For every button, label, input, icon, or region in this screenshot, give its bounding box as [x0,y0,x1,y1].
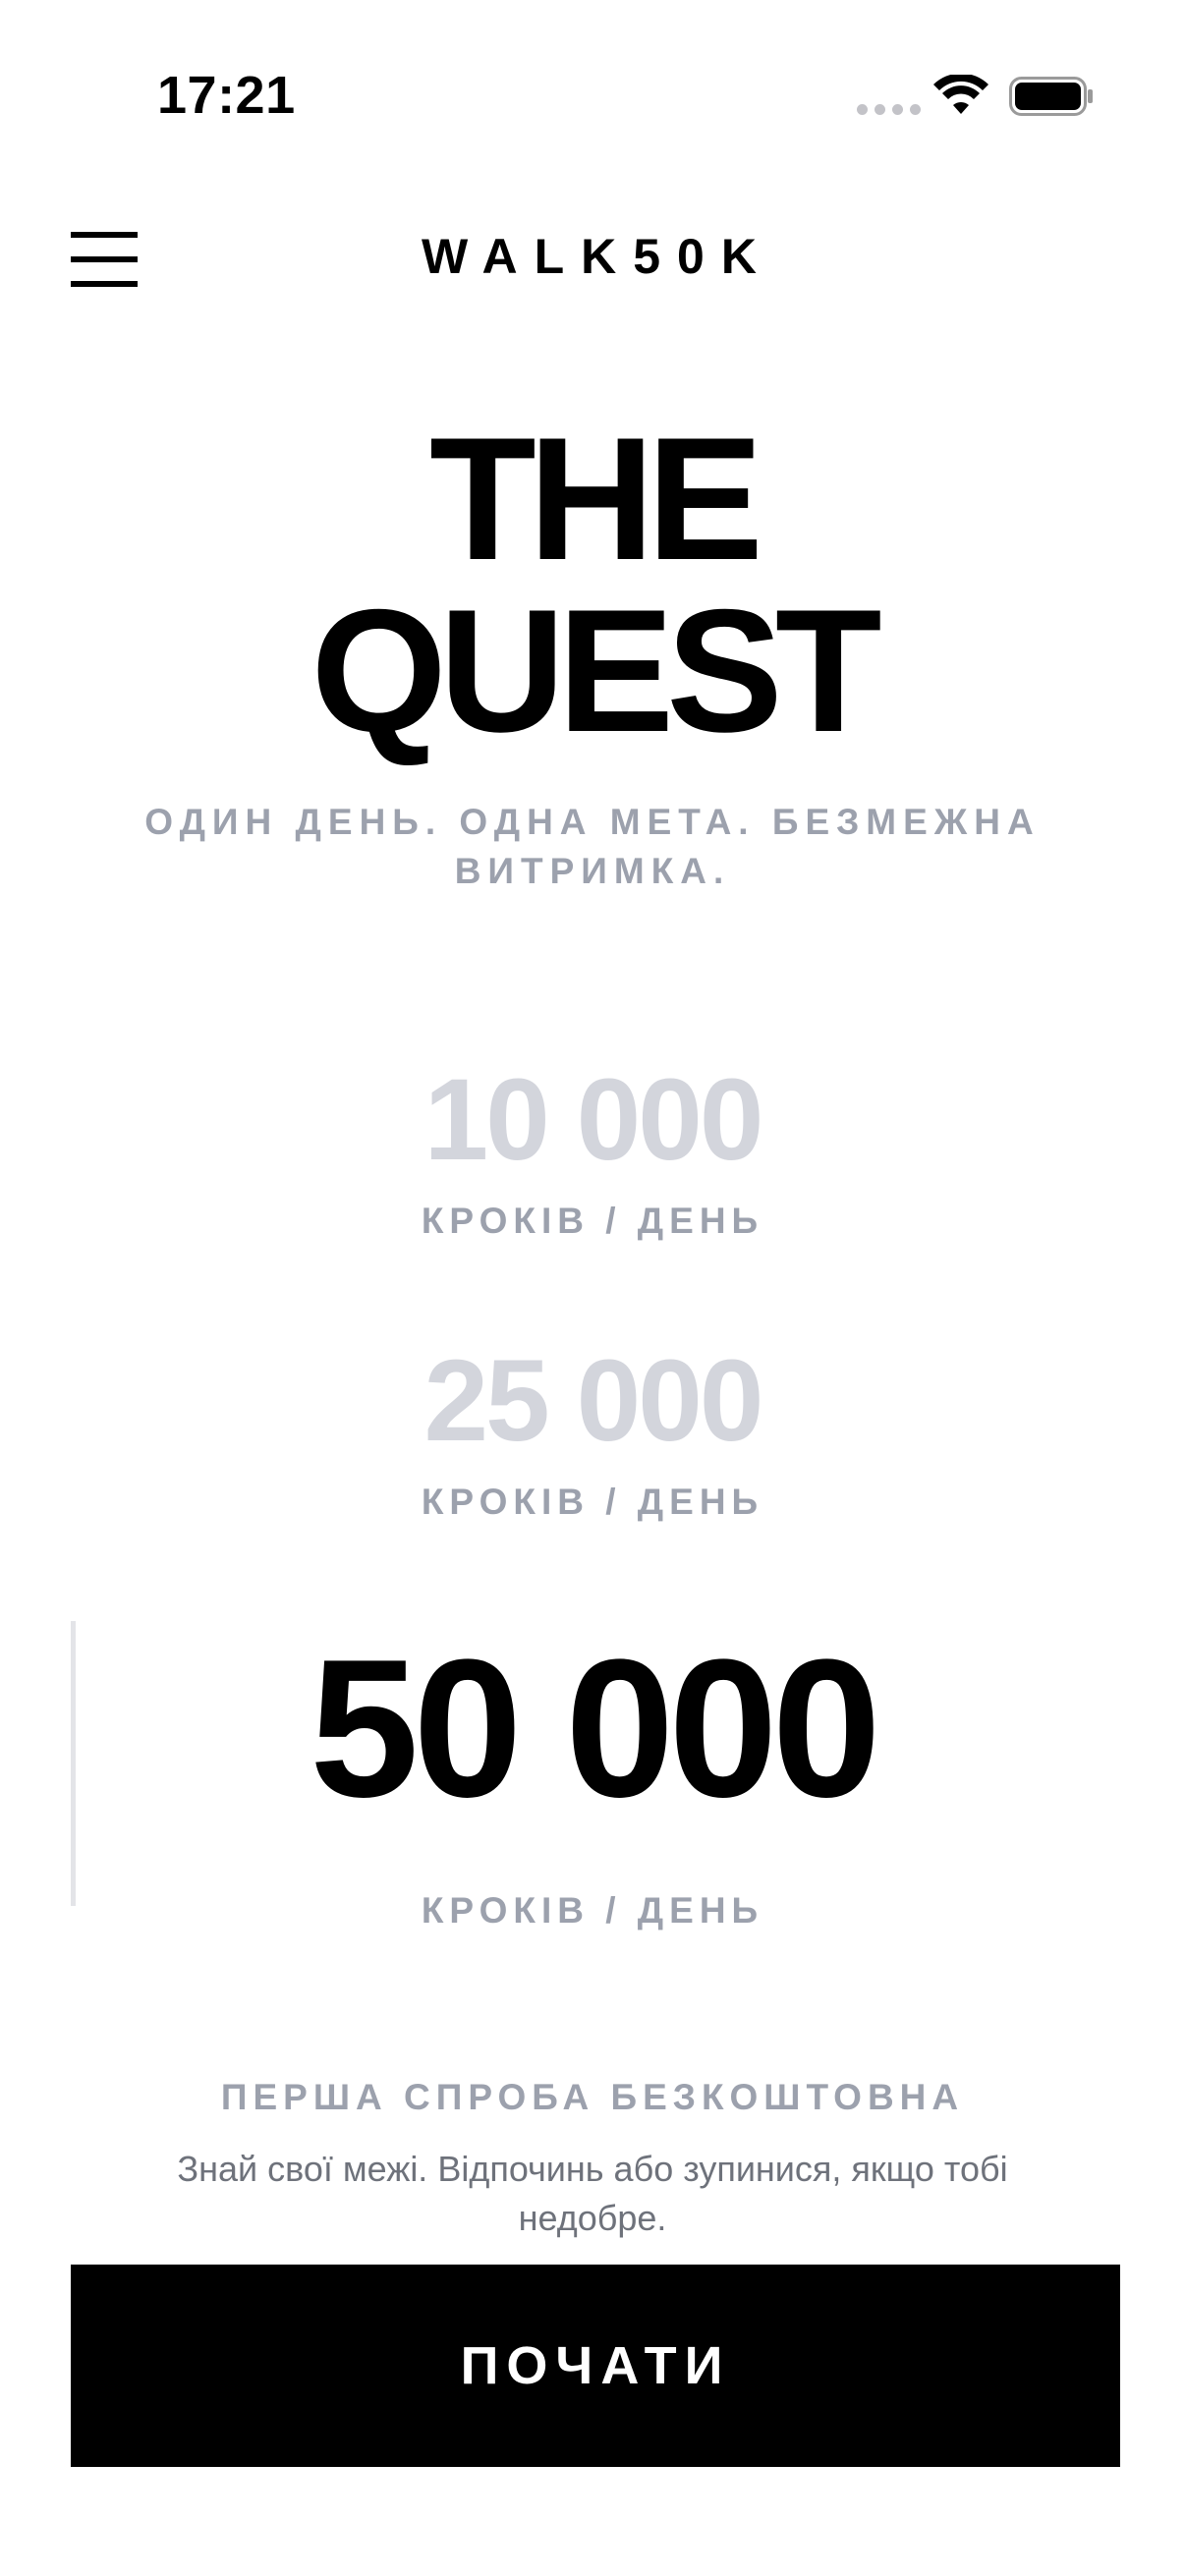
free-attempt-label: ПЕРША СПРОБА БЕЗКОШТОВНА [220,2077,965,2117]
battery-icon [1009,77,1093,116]
status-bar: 17:21 [0,0,1185,196]
status-time: 17:21 [157,66,296,125]
safety-disclaimer: Знай свої межі. Відпочинь або зупинися, … [177,2149,1008,2238]
goal-option-25000[interactable]: 25 000 КРОКІВ / ДЕНЬ [0,1342,1185,1523]
hero-subtitle: ОДИН ДЕНЬ. ОДНА МЕТА. БЕЗМЕЖНА ВИТРИМКА. [144,802,1041,891]
hero-title-line-2: QUEST [310,573,881,768]
goal-option-50000[interactable]: 50 000 КРОКІВ / ДЕНЬ [0,1631,1185,1932]
goal-value: 50 000 [310,1619,881,1838]
goal-value: 25 000 [423,1336,764,1466]
wifi-icon [933,75,988,114]
goal-unit: КРОКІВ / ДЕНЬ [421,1482,764,1522]
goal-unit: КРОКІВ / ДЕНЬ [421,1890,764,1931]
goal-option-10000[interactable]: 10 000 КРОКІВ / ДЕНЬ [0,1061,1185,1242]
hero-title-line-1: THE [429,401,763,596]
cellular-signal-icon [857,104,921,115]
goal-unit: КРОКІВ / ДЕНЬ [421,1201,764,1241]
start-button[interactable]: ПОЧАТИ [71,2265,1120,2467]
hero-title: THE QUEST [0,401,1185,768]
goal-value: 10 000 [423,1055,764,1185]
app-title: WALK50K [422,229,773,284]
